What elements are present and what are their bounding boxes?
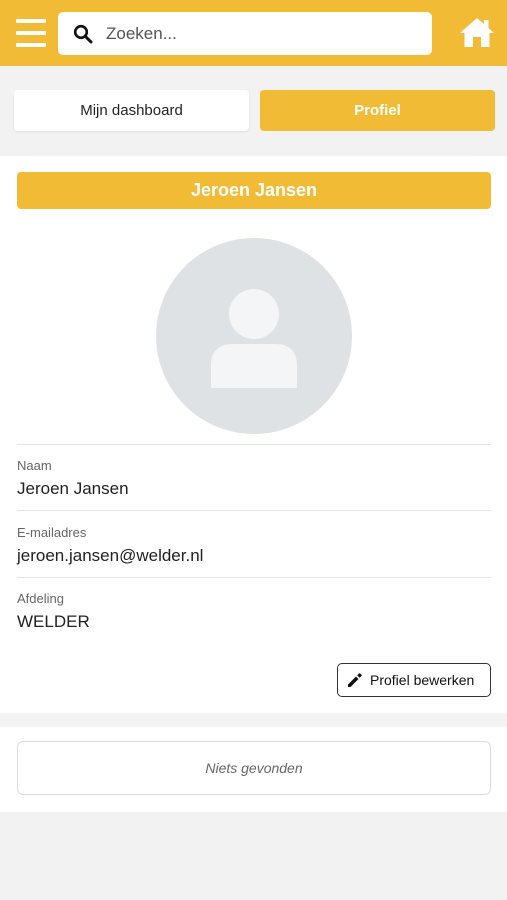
results-panel: Niets gevonden [0,727,507,812]
top-bar [0,0,507,66]
menu-line [16,19,46,23]
avatar [156,238,352,434]
search-input[interactable] [106,18,416,49]
menu-line [16,31,46,35]
tab-bar: Mijn dashboard Profiel [0,66,507,154]
field-label-afdeling: Afdeling [17,591,64,606]
user-placeholder-icon [211,289,297,388]
edit-profile-button[interactable]: Profiel bewerken [337,663,491,697]
divider [17,444,491,445]
field-value-email: jeroen.jansen@welder.nl [17,546,204,565]
pencil-icon [348,673,362,687]
tab-mijn-dashboard[interactable]: Mijn dashboard [14,90,249,131]
field-label-naam: Naam [17,458,52,473]
field-value-afdeling: WELDER [17,612,90,631]
search-bar [58,12,432,55]
profile-card: Jeroen Jansen Naam Jeroen Jansen E-maila… [0,156,507,713]
field-value-naam: Jeroen Jansen [17,479,129,498]
divider [17,577,491,578]
menu-line [16,43,46,47]
tab-profiel[interactable]: Profiel [260,90,495,131]
divider [17,510,491,511]
edit-profile-label: Profiel bewerken [370,672,475,688]
empty-state: Niets gevonden [17,741,491,795]
profile-name-header: Jeroen Jansen [17,172,491,209]
search-icon [73,24,93,44]
field-label-email: E-mailadres [17,525,87,540]
home-icon[interactable] [459,16,495,48]
hamburger-menu-icon[interactable] [16,19,46,47]
